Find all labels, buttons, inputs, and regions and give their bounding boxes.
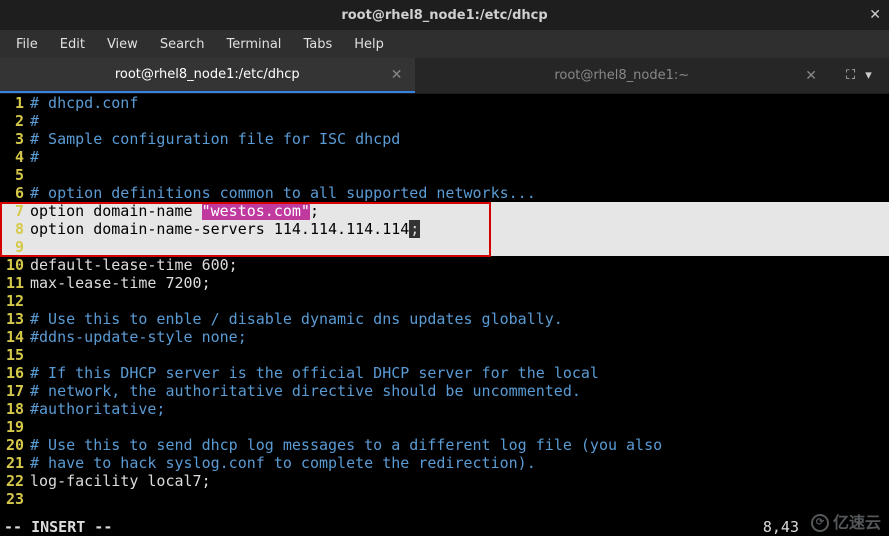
vim-cursor-position: 8,43 — [763, 518, 889, 536]
line-content: # network, the authoritative directive s… — [30, 382, 889, 400]
line-number: 19 — [0, 418, 30, 436]
line-number: 1 — [0, 94, 30, 112]
editor-line: 1# dhcpd.conf — [0, 94, 889, 112]
line-content — [30, 166, 889, 184]
tab-inactive-close-icon[interactable]: ✕ — [805, 68, 817, 84]
line-number: 22 — [0, 472, 30, 490]
vim-statusbar: -- INSERT -- 8,43 — [0, 518, 889, 536]
line-content — [30, 292, 889, 310]
window-close-icon[interactable]: ✕ — [869, 7, 881, 23]
menu-help[interactable]: Help — [344, 33, 394, 56]
line-content — [30, 238, 889, 256]
line-content — [30, 346, 889, 364]
line-content: #authoritative; — [30, 400, 889, 418]
editor-line: 8option domain-name-servers 114.114.114.… — [0, 220, 889, 238]
line-number: 9 — [0, 238, 30, 256]
editor-line: 2# — [0, 112, 889, 130]
line-number: 3 — [0, 130, 30, 148]
line-number: 7 — [0, 202, 30, 220]
editor-line: 9 — [0, 238, 889, 256]
editor-line: 12 — [0, 292, 889, 310]
menu-view[interactable]: View — [97, 33, 148, 56]
line-number: 2 — [0, 112, 30, 130]
line-number: 15 — [0, 346, 30, 364]
line-content: # Use this to enble / disable dynamic dn… — [30, 310, 889, 328]
editor-line: 10default-lease-time 600; — [0, 256, 889, 274]
editor-line: 13# Use this to enble / disable dynamic … — [0, 310, 889, 328]
line-number: 6 — [0, 184, 30, 202]
line-content: option domain-name-servers 114.114.114.1… — [30, 220, 889, 238]
tab-active[interactable]: root@rhel8_node1:/etc/dhcp ✕ — [0, 58, 415, 93]
line-number: 12 — [0, 292, 30, 310]
tab-inactive[interactable]: root@rhel8_node1:~ ✕ — [415, 58, 830, 93]
fullscreen-icon[interactable]: ⛶ — [846, 68, 855, 83]
line-content — [30, 418, 889, 436]
editor-line: 6# option definitions common to all supp… — [0, 184, 889, 202]
editor-line: 11max-lease-time 7200; — [0, 274, 889, 292]
line-number: 16 — [0, 364, 30, 382]
menu-tabs[interactable]: Tabs — [293, 33, 342, 56]
line-content: option domain-name "westos.com"; — [30, 202, 889, 220]
line-content: # If this DHCP server is the official DH… — [30, 364, 889, 382]
editor-line: 4# — [0, 148, 889, 166]
line-number: 8 — [0, 220, 30, 238]
editor-line: 22log-facility local7; — [0, 472, 889, 490]
editor-line: 18#authoritative; — [0, 400, 889, 418]
tabbar: root@rhel8_node1:/etc/dhcp ✕ root@rhel8_… — [0, 58, 889, 94]
line-number: 4 — [0, 148, 30, 166]
line-content — [30, 490, 889, 508]
tab-inactive-label: root@rhel8_node1:~ — [554, 68, 689, 83]
titlebar: root@rhel8_node1:/etc/dhcp ✕ — [0, 0, 889, 30]
line-number: 17 — [0, 382, 30, 400]
line-number: 13 — [0, 310, 30, 328]
line-content: # Sample configuration file for ISC dhcp… — [30, 130, 889, 148]
tab-active-close-icon[interactable]: ✕ — [391, 67, 403, 83]
line-number: 5 — [0, 166, 30, 184]
line-number: 21 — [0, 454, 30, 472]
line-content: # Use this to send dhcp log messages to … — [30, 436, 889, 454]
editor-line: 23 — [0, 490, 889, 508]
line-number: 18 — [0, 400, 30, 418]
window-title: root@rhel8_node1:/etc/dhcp — [341, 8, 547, 23]
line-content: #ddns-update-style none; — [30, 328, 889, 346]
editor-line: 16# If this DHCP server is the official … — [0, 364, 889, 382]
line-number: 20 — [0, 436, 30, 454]
editor-line: 5 — [0, 166, 889, 184]
editor-line: 3# Sample configuration file for ISC dhc… — [0, 130, 889, 148]
editor-line: 19 — [0, 418, 889, 436]
vim-mode: -- INSERT -- — [0, 518, 112, 536]
editor-line: 21# have to hack syslog.conf to complete… — [0, 454, 889, 472]
terminal-window: root@rhel8_node1:/etc/dhcp ✕ File Edit V… — [0, 0, 889, 536]
editor-line: 17# network, the authoritative directive… — [0, 382, 889, 400]
line-content: # option definitions common to all suppo… — [30, 184, 889, 202]
tab-dropdown-icon[interactable]: ▾ — [865, 68, 872, 83]
line-content: # have to hack syslog.conf to complete t… — [30, 454, 889, 472]
editor-line: 7option domain-name "westos.com"; — [0, 202, 889, 220]
menu-search[interactable]: Search — [150, 33, 215, 56]
line-number: 14 — [0, 328, 30, 346]
editor-line: 15 — [0, 346, 889, 364]
menu-terminal[interactable]: Terminal — [216, 33, 291, 56]
line-content: log-facility local7; — [30, 472, 889, 490]
editor-line: 20# Use this to send dhcp log messages t… — [0, 436, 889, 454]
line-number: 11 — [0, 274, 30, 292]
editor-viewport[interactable]: 1# dhcpd.conf2#3# Sample configuration f… — [0, 94, 889, 536]
tab-extra: ⛶ ▾ — [829, 58, 889, 93]
line-number: 23 — [0, 490, 30, 508]
menu-edit[interactable]: Edit — [50, 33, 95, 56]
line-content: # dhcpd.conf — [30, 94, 889, 112]
menu-file[interactable]: File — [6, 33, 48, 56]
tab-active-label: root@rhel8_node1:/etc/dhcp — [115, 67, 300, 82]
line-content: default-lease-time 600; — [30, 256, 889, 274]
editor-line: 14#ddns-update-style none; — [0, 328, 889, 346]
line-content: # — [30, 112, 889, 130]
line-content: # — [30, 148, 889, 166]
menubar: File Edit View Search Terminal Tabs Help — [0, 30, 889, 58]
line-number: 10 — [0, 256, 30, 274]
line-content: max-lease-time 7200; — [30, 274, 889, 292]
